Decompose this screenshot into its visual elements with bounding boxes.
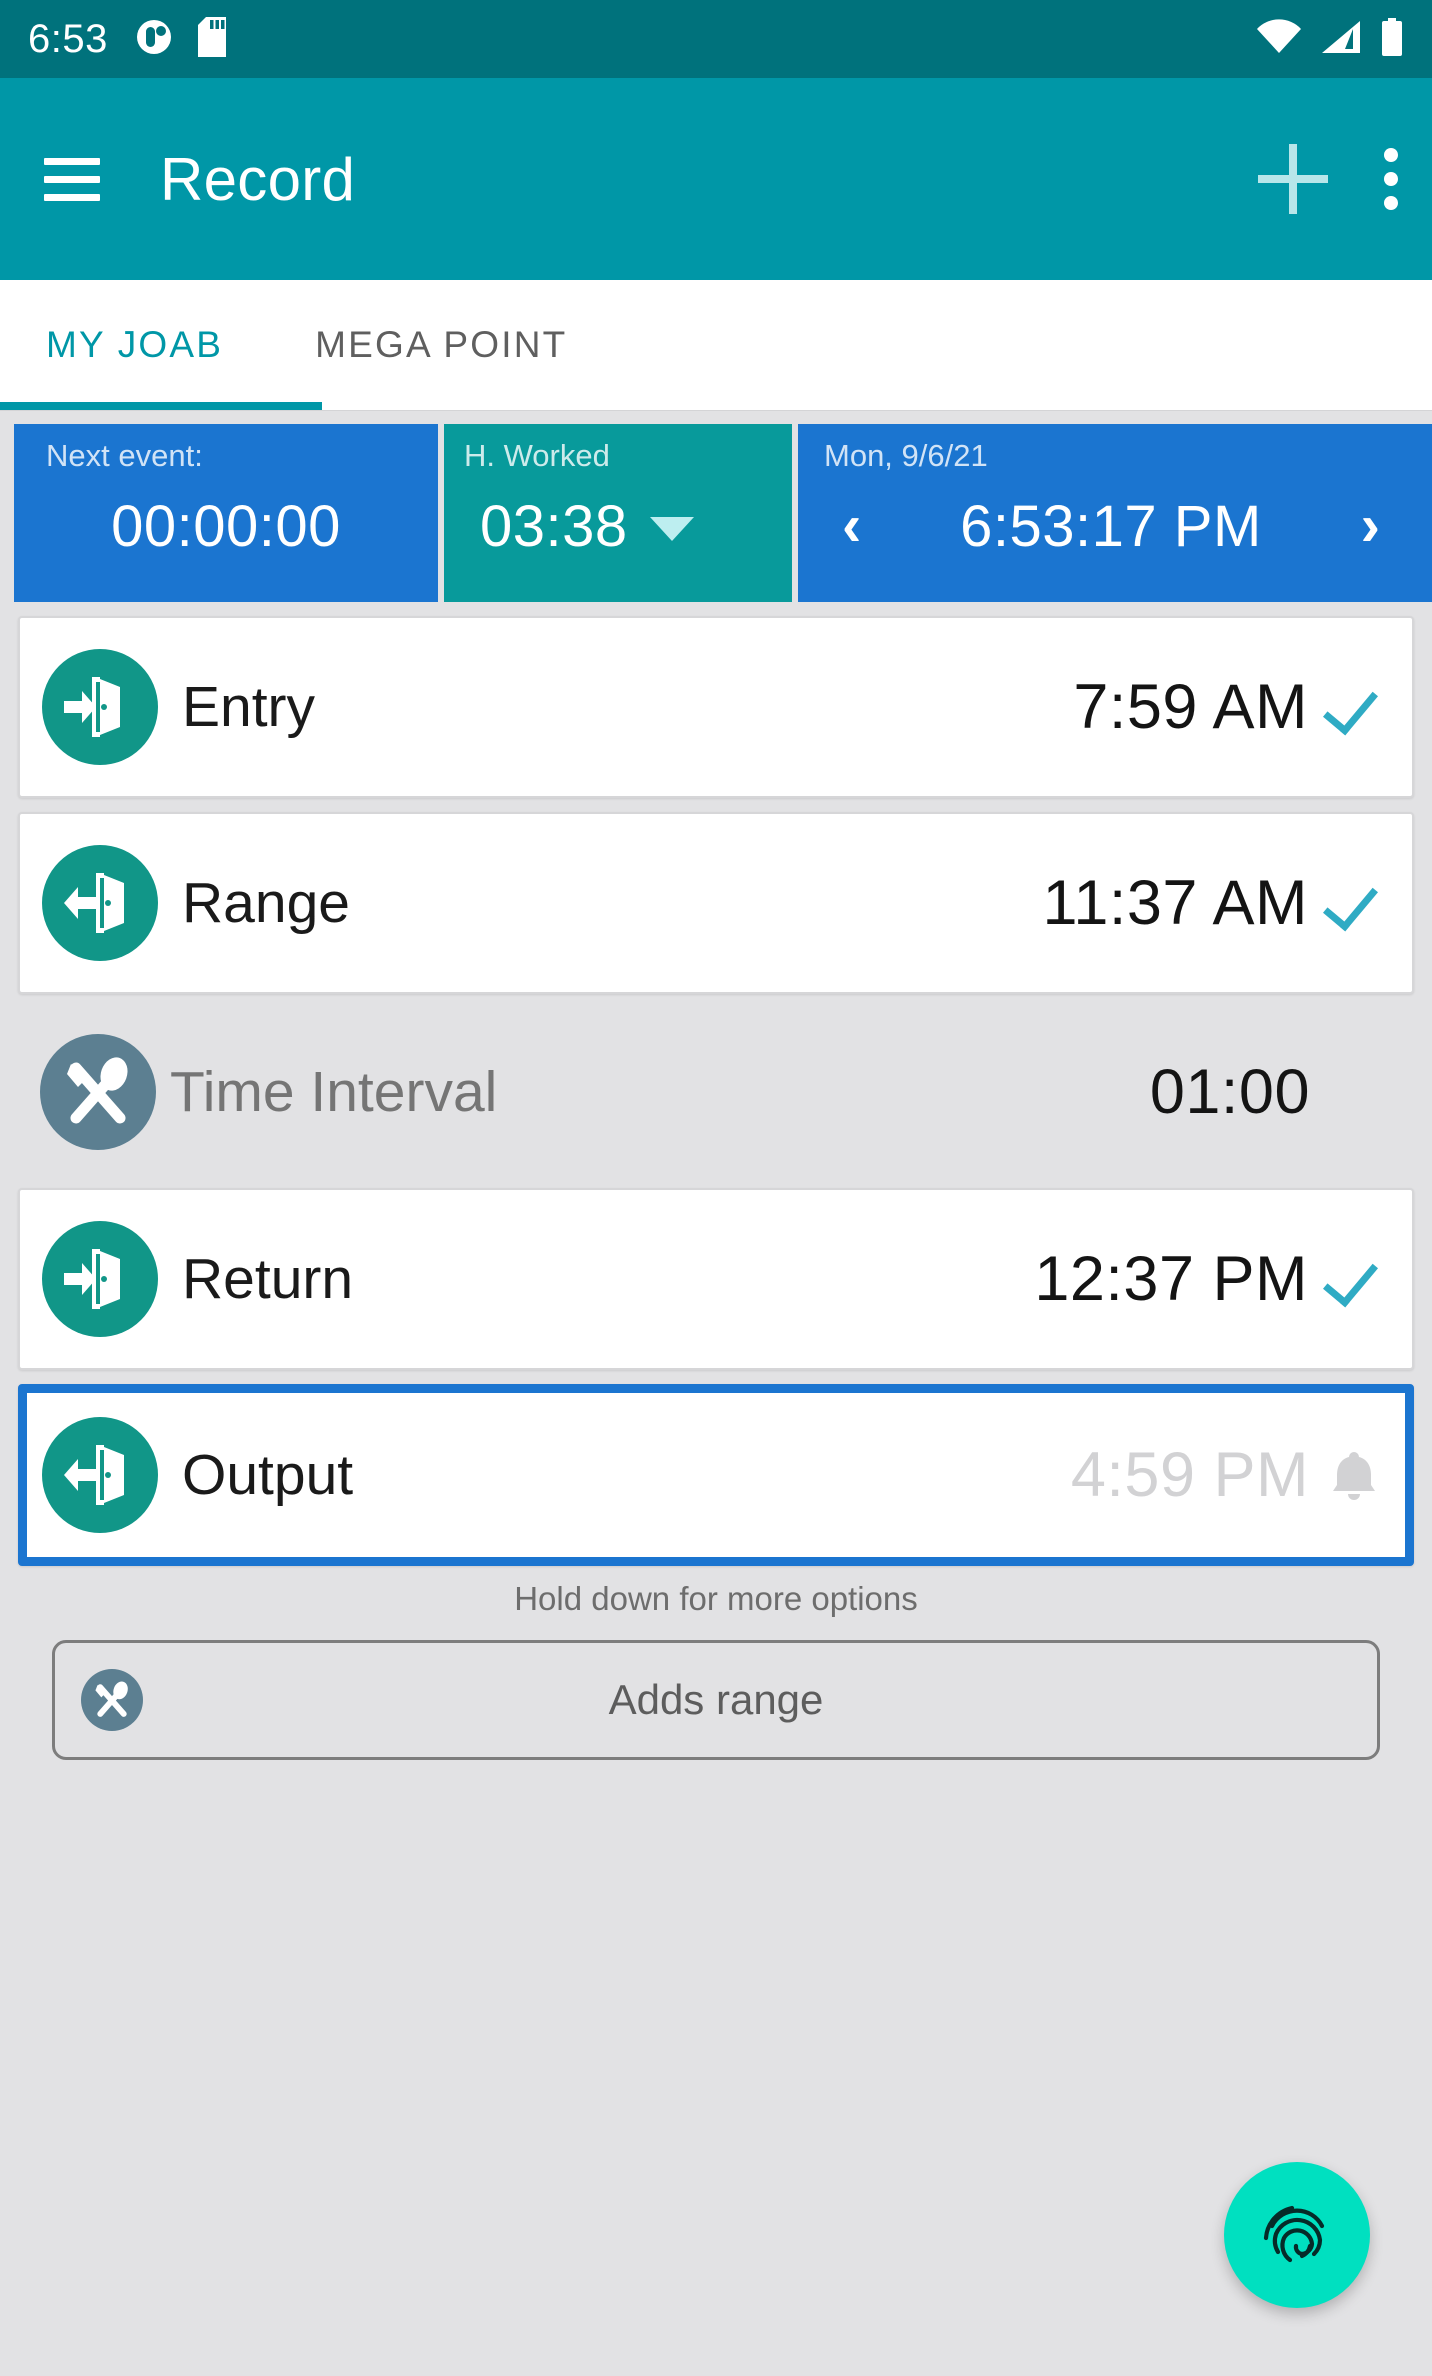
sd-card-icon (197, 16, 226, 62)
date-time-panel: Mon, 9/6/21 ‹ 6:53:17 PM › (798, 424, 1432, 602)
plus-icon (1254, 140, 1332, 218)
tab-my-joab[interactable]: MY JOAB (0, 280, 269, 410)
hold-down-hint: Hold down for more options (514, 1580, 918, 1617)
meal-break-icon (81, 1669, 143, 1731)
date-time-value-row: ‹ 6:53:17 PM › (824, 474, 1412, 578)
record-row-range[interactable]: Range 11:37 AM (18, 812, 1414, 994)
alarm-bell-icon[interactable] (1331, 1448, 1377, 1502)
hours-worked-value-row: 03:38 (464, 474, 772, 578)
record-time: 12:37 PM (1034, 1244, 1308, 1314)
hours-worked-value: 03:38 (480, 493, 628, 559)
wifi-icon (1256, 18, 1302, 60)
record-time: 11:37 AM (1042, 868, 1308, 938)
next-event-panel[interactable]: Next event: 00:00:00 (14, 424, 438, 602)
record-row-return[interactable]: Return 12:37 PM (18, 1188, 1414, 1370)
page-title: Record (160, 145, 356, 213)
door-exit-icon (42, 1417, 158, 1533)
app-bar: Record (0, 78, 1432, 280)
cellular-signal-icon (1320, 19, 1362, 60)
check-icon (1328, 875, 1384, 931)
record-time: 01:00 (1149, 1057, 1310, 1127)
door-enter-icon (42, 1221, 158, 1337)
record-label: Return (182, 1247, 354, 1311)
hours-worked-panel[interactable]: H. Worked 03:38 (444, 424, 792, 602)
record-list: Entry 7:59 AM Range 11:37 AM Time Interv… (0, 602, 1432, 1566)
door-enter-icon (42, 649, 158, 765)
next-event-value-row: 00:00:00 (34, 474, 418, 578)
info-bar: Next event: 00:00:00 H. Worked 03:38 Mon… (0, 424, 1432, 602)
adds-range-button[interactable]: Adds range (52, 1640, 1380, 1760)
app-notification-icon (136, 17, 172, 62)
door-exit-icon (42, 845, 158, 961)
chevron-down-icon[interactable] (649, 517, 694, 541)
tab-my-joab-label: MY JOAB (46, 324, 224, 365)
tab-bar: MY JOAB MEGA POINT (0, 280, 1432, 410)
adds-range-label: Adds range (608, 1676, 824, 1723)
check-icon (1328, 1251, 1384, 1307)
app-root: 6:53 Record MY JOAB MEGA POINT Next even… (0, 0, 1432, 2376)
record-label: Range (182, 871, 350, 935)
tab-mega-point[interactable]: MEGA POINT (269, 280, 613, 410)
hamburger-menu-icon[interactable] (44, 157, 100, 201)
tab-active-indicator (0, 402, 322, 410)
record-time: 7:59 AM (1073, 672, 1308, 742)
current-date-label: Mon, 9/6/21 (824, 438, 988, 473)
record-time: 4:59 PM (1070, 1440, 1309, 1510)
next-day-button[interactable]: › (1351, 497, 1390, 555)
meal-break-icon (40, 1034, 156, 1150)
record-label: Output (182, 1443, 354, 1507)
more-vertical-icon (1384, 148, 1398, 210)
record-row-time-interval[interactable]: Time Interval 01:00 (18, 1008, 1414, 1176)
add-button[interactable] (1254, 140, 1332, 218)
next-event-value: 00:00:00 (111, 493, 341, 559)
next-event-label: Next event: (46, 438, 203, 473)
hours-worked-label: H. Worked (464, 438, 610, 473)
fingerprint-icon (1254, 2190, 1340, 2281)
record-label: Time Interval (170, 1060, 498, 1124)
previous-day-button[interactable]: ‹ (832, 497, 871, 555)
tab-mega-point-label: MEGA POINT (315, 324, 568, 365)
record-row-entry[interactable]: Entry 7:59 AM (18, 616, 1414, 798)
overflow-menu-button[interactable] (1384, 148, 1398, 210)
fingerprint-fab[interactable] (1224, 2162, 1370, 2308)
check-icon (1328, 679, 1384, 735)
record-label: Entry (182, 675, 316, 739)
battery-icon (1380, 17, 1404, 61)
status-bar-clock: 6:53 (28, 16, 108, 61)
current-time-value: 6:53:17 PM (960, 493, 1262, 559)
status-bar: 6:53 (0, 0, 1432, 78)
record-row-output[interactable]: Output 4:59 PM (18, 1384, 1414, 1566)
status-bar-right-icons (1256, 17, 1404, 61)
status-bar-left-icons (136, 16, 226, 62)
